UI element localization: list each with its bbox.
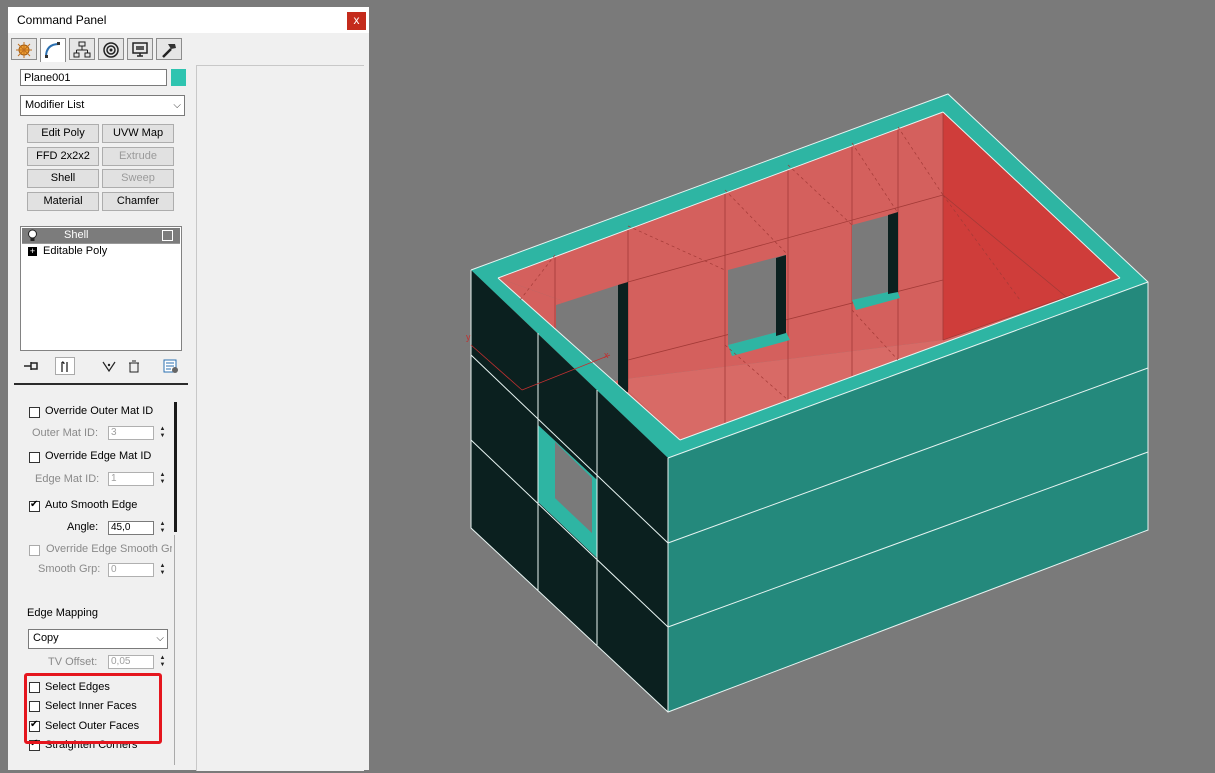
expand-icon[interactable]: + [28,247,37,256]
tv-offset-spinner[interactable]: 0,05 [108,655,154,669]
modifier-list-label: Modifier List [25,99,85,111]
hierarchy-icon [73,41,91,58]
modify-panel: Plane001 Modifier List ⌵ Edit Poly UVW M… [12,65,194,765]
smooth-grp-spinner[interactable]: 0 [108,563,154,577]
tab-utilities[interactable] [156,38,182,60]
scrollbar-track[interactable] [174,535,175,765]
remove-modifier-icon[interactable] [128,359,140,373]
create-icon [16,42,32,58]
edge-mat-id-spinner[interactable]: 1 [108,472,154,486]
outer-mat-id-spinner[interactable]: 3 [108,426,154,440]
tab-display[interactable] [127,38,153,60]
tab-hierarchy[interactable] [69,38,95,60]
spinner-arrows-icon[interactable]: ▲ ▼ [158,521,167,535]
stack-item-shell[interactable]: Shell [22,228,180,243]
spinner-arrows-icon[interactable]: ▲ ▼ [158,426,167,440]
object-name-field[interactable]: Plane001 [20,69,167,86]
stack-item-label: Shell [64,229,89,241]
angle-label: Angle: [67,521,99,533]
override-edge-smooth-grp-label: Override Edge Smooth Grp [46,543,172,555]
smooth-grp-label: Smooth Grp: [38,563,101,575]
secondary-panel [196,65,364,771]
edit-poly-button[interactable]: Edit Poly [27,124,99,143]
configure-icon[interactable] [162,230,173,241]
annotation-highlight-box [24,673,162,744]
edge-mat-id-label: Edge Mat ID: [35,473,100,485]
override-outer-mat-id-label: Override Outer Mat ID [45,405,154,417]
spinner-arrows-icon[interactable]: ▲ ▼ [158,563,167,577]
stack-toolbar [20,357,190,377]
override-edge-mat-id-label: Override Edge Mat ID [45,450,152,462]
edge-mapping-value: Copy [33,632,59,644]
material-button[interactable]: Material [27,192,99,211]
stack-item-label: Editable Poly [43,245,108,257]
modify-icon [45,42,60,58]
tab-modify[interactable] [40,38,66,62]
override-edge-mat-id-checkbox[interactable] [29,452,40,463]
chevron-down-icon: ⌵ [156,633,164,644]
spinner-arrows-icon[interactable]: ▲ ▼ [158,472,167,486]
auto-smooth-edge-checkbox[interactable] [29,499,40,512]
back-window-jamb-2 [888,212,898,294]
motion-icon [103,42,119,58]
sweep-button[interactable]: Sweep [102,169,174,188]
angle-spinner[interactable]: 45,0 [108,521,154,535]
override-outer-mat-id-checkbox[interactable] [29,407,40,418]
ffd-button[interactable]: FFD 2x2x2 [27,147,99,166]
configure-modifier-sets-icon[interactable] [163,359,179,374]
scrollbar-thumb[interactable] [174,402,177,532]
back-window-jamb-1 [776,255,786,336]
pin-stack-icon[interactable] [23,360,39,372]
title-bar: Command Panel x [8,7,369,33]
lightbulb-icon[interactable] [27,229,38,242]
tab-motion[interactable] [98,38,124,60]
svg-text:y: y [466,332,471,342]
object-color-swatch[interactable] [171,69,186,86]
shell-button[interactable]: Shell [27,169,99,188]
chevron-down-icon: ⌵ [173,100,181,111]
show-end-result-icon [61,361,68,372]
make-unique-icon[interactable] [102,360,116,372]
edge-mapping-label: Edge Mapping [27,607,98,619]
command-panel: Command Panel x Plane001 Modifier List ⌵… [8,7,369,771]
extrude-button[interactable]: Extrude [102,147,174,166]
display-icon [132,42,148,57]
stack-item-editable-poly[interactable]: + Editable Poly [22,244,180,259]
viewport-canvas[interactable]: x y [369,0,1215,770]
tv-offset-label: TV Offset: [48,656,98,668]
override-edge-smooth-grp-checkbox[interactable] [29,545,40,556]
chamfer-button[interactable]: Chamfer [102,192,174,211]
utilities-icon [162,44,176,58]
edge-mapping-dropdown[interactable]: Copy ⌵ [28,629,168,649]
outer-mat-id-label: Outer Mat ID: [32,427,99,439]
left-inner-jamb [618,282,628,395]
close-button[interactable]: x [347,12,366,30]
spinner-arrows-icon[interactable]: ▲ ▼ [158,655,167,669]
panel-title: Command Panel [17,13,107,27]
viewport[interactable]: x y [369,0,1215,770]
auto-smooth-edge-label: Auto Smooth Edge [45,499,138,511]
uvw-map-button[interactable]: UVW Map [102,124,174,143]
svg-text:x: x [604,350,609,360]
rollout-divider [14,383,188,385]
modifier-stack: Shell + Editable Poly [20,226,182,351]
tab-create[interactable] [11,38,37,60]
modifier-list-dropdown[interactable]: Modifier List ⌵ [20,95,185,116]
show-end-result-button[interactable] [55,357,75,375]
